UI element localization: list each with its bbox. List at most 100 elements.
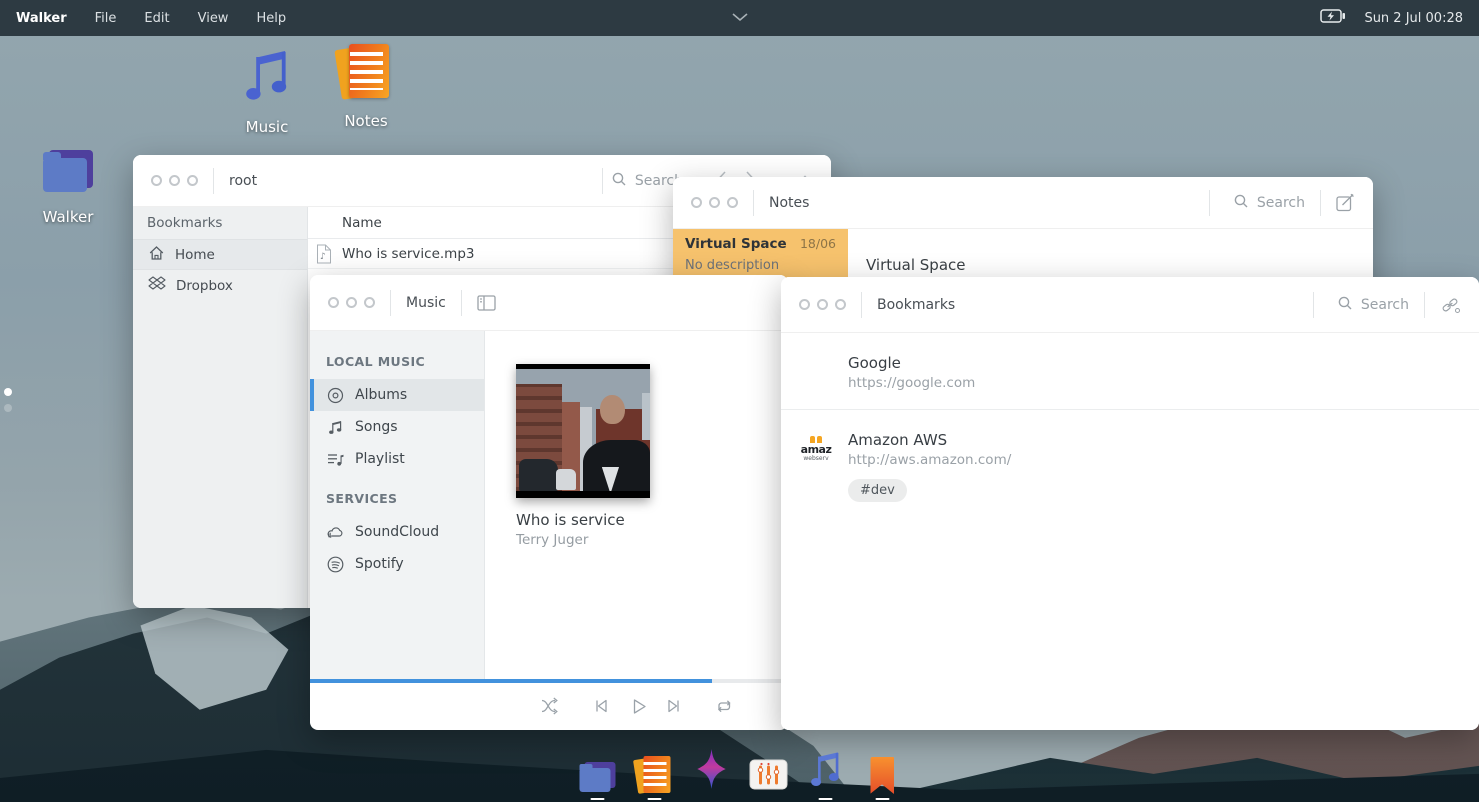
desktop-icon-music[interactable]: Music — [219, 44, 315, 136]
note-title: Virtual Space — [685, 236, 787, 252]
menu-view[interactable]: View — [198, 11, 229, 26]
dock-item-star-app[interactable] — [689, 748, 733, 800]
bookmarks-search[interactable]: Search — [1298, 292, 1409, 318]
menu-help[interactable]: Help — [256, 11, 286, 26]
album-title: Who is service — [516, 511, 650, 529]
desktop-icon-notes[interactable]: Notes — [318, 44, 414, 130]
tweaks-app-icon — [749, 759, 787, 794]
window-control-button[interactable] — [799, 299, 810, 310]
running-indicator — [875, 798, 889, 800]
section-header: LOCAL MUSIC — [310, 354, 484, 369]
window-control-button[interactable] — [187, 175, 198, 186]
sidebar-item-albums[interactable]: Albums — [310, 379, 484, 411]
dock-item-files[interactable] — [575, 762, 619, 800]
window-control-button[interactable] — [835, 299, 846, 310]
sidebar-item-dropbox[interactable]: Dropbox — [133, 270, 307, 301]
window-controls — [691, 197, 738, 208]
divider — [1424, 292, 1425, 318]
bookmarks-app-icon — [870, 757, 894, 794]
sidebar-item-soundcloud[interactable]: SoundCloud — [310, 516, 484, 548]
chevron-down-icon[interactable] — [732, 11, 748, 26]
next-button[interactable] — [666, 698, 682, 714]
workspace-indicator — [4, 388, 12, 412]
svg-text:♪: ♪ — [320, 252, 326, 262]
dock-item-bookmarks[interactable] — [860, 757, 904, 800]
bookmarks-list: Google https://google.com amaz webserv A… — [781, 333, 1479, 730]
sidebar-item-label: Albums — [355, 387, 407, 403]
music-note-icon — [241, 44, 293, 110]
window-controls — [151, 175, 198, 186]
workspace-dot[interactable] — [4, 404, 12, 412]
sidebar-item-label: Spotify — [355, 556, 404, 572]
songs-icon — [326, 419, 344, 435]
divider — [213, 168, 214, 194]
menu-file[interactable]: File — [95, 11, 117, 26]
battery-icon[interactable] — [1320, 9, 1346, 27]
dock-item-music[interactable] — [803, 748, 847, 800]
notes-icon — [343, 44, 389, 100]
window-control-button[interactable] — [169, 175, 180, 186]
files-search[interactable]: Search — [602, 168, 683, 194]
divider — [461, 290, 462, 316]
search-icon — [1233, 193, 1249, 213]
sidebar-item-playlist[interactable]: Playlist — [310, 443, 484, 475]
dock — [575, 748, 904, 800]
shuffle-button[interactable] — [539, 697, 563, 715]
dock-item-tweaks[interactable] — [746, 759, 790, 800]
bookmark-url: https://google.com — [848, 375, 975, 391]
files-app-icon — [578, 762, 616, 794]
workspace-dot-active[interactable] — [4, 388, 12, 396]
menu-edit[interactable]: Edit — [144, 11, 169, 26]
note-list-item-selected[interactable]: Virtual Space 18/06 No description — [673, 229, 848, 281]
divider — [861, 292, 862, 318]
playback-controls — [310, 683, 788, 729]
window-control-button[interactable] — [328, 297, 339, 308]
sidebar-toggle-icon[interactable] — [477, 295, 496, 311]
window-control-button[interactable] — [727, 197, 738, 208]
window-control-button[interactable] — [817, 299, 828, 310]
search-placeholder: Search — [1257, 195, 1305, 211]
soundcloud-icon — [326, 526, 344, 539]
window-control-button[interactable] — [346, 297, 357, 308]
dock-item-notes[interactable] — [632, 756, 676, 800]
window-control-button[interactable] — [709, 197, 720, 208]
desktop-icon-label: Music — [219, 118, 315, 136]
search-placeholder: Search — [1361, 297, 1409, 313]
tag-chip[interactable]: #dev — [848, 479, 907, 502]
previous-button[interactable] — [593, 698, 609, 714]
sidebar-item-label: SoundCloud — [355, 524, 439, 540]
divider — [390, 290, 391, 316]
app-menu[interactable]: Walker — [16, 11, 67, 26]
bookmark-title: Amazon AWS — [848, 431, 1011, 449]
bookmark-item-amazon-aws[interactable]: amaz webserv Amazon AWS http://aws.amazo… — [781, 410, 1479, 520]
music-window-header: Music — [310, 275, 788, 331]
sidebar-item-home[interactable]: Home — [133, 239, 307, 270]
divider — [1320, 190, 1321, 216]
playback-progress-fill — [310, 679, 712, 683]
section-header: SERVICES — [310, 491, 484, 506]
repeat-button[interactable] — [714, 698, 734, 714]
window-control-button[interactable] — [364, 297, 375, 308]
search-icon — [611, 171, 627, 191]
play-button[interactable] — [629, 697, 648, 716]
bookmark-item-google[interactable]: Google https://google.com — [781, 333, 1479, 410]
notes-search[interactable]: Search — [1194, 190, 1305, 216]
sidebar-item-songs[interactable]: Songs — [310, 411, 484, 443]
new-note-icon[interactable] — [1336, 193, 1355, 212]
column-name[interactable]: Name — [308, 215, 736, 231]
album-card[interactable]: Who is service Terry Juger — [516, 364, 650, 548]
home-icon — [148, 245, 165, 265]
search-icon — [1337, 295, 1353, 315]
sidebar-item-spotify[interactable]: Spotify — [310, 548, 484, 580]
window-control-button[interactable] — [691, 197, 702, 208]
clock[interactable]: Sun 2 Jul 00:28 — [1364, 11, 1463, 26]
sidebar-item-label: Playlist — [355, 451, 405, 467]
desktop-icon-walker-folder[interactable]: Walker — [20, 150, 116, 226]
notes-window-header: Notes Search — [673, 177, 1373, 229]
add-link-icon[interactable] — [1440, 296, 1461, 314]
files-window-title: root — [229, 173, 257, 189]
sidebar-header: Bookmarks — [133, 207, 307, 239]
album-artist: Terry Juger — [516, 532, 650, 548]
window-control-button[interactable] — [151, 175, 162, 186]
note-subtitle: No description — [685, 258, 836, 273]
